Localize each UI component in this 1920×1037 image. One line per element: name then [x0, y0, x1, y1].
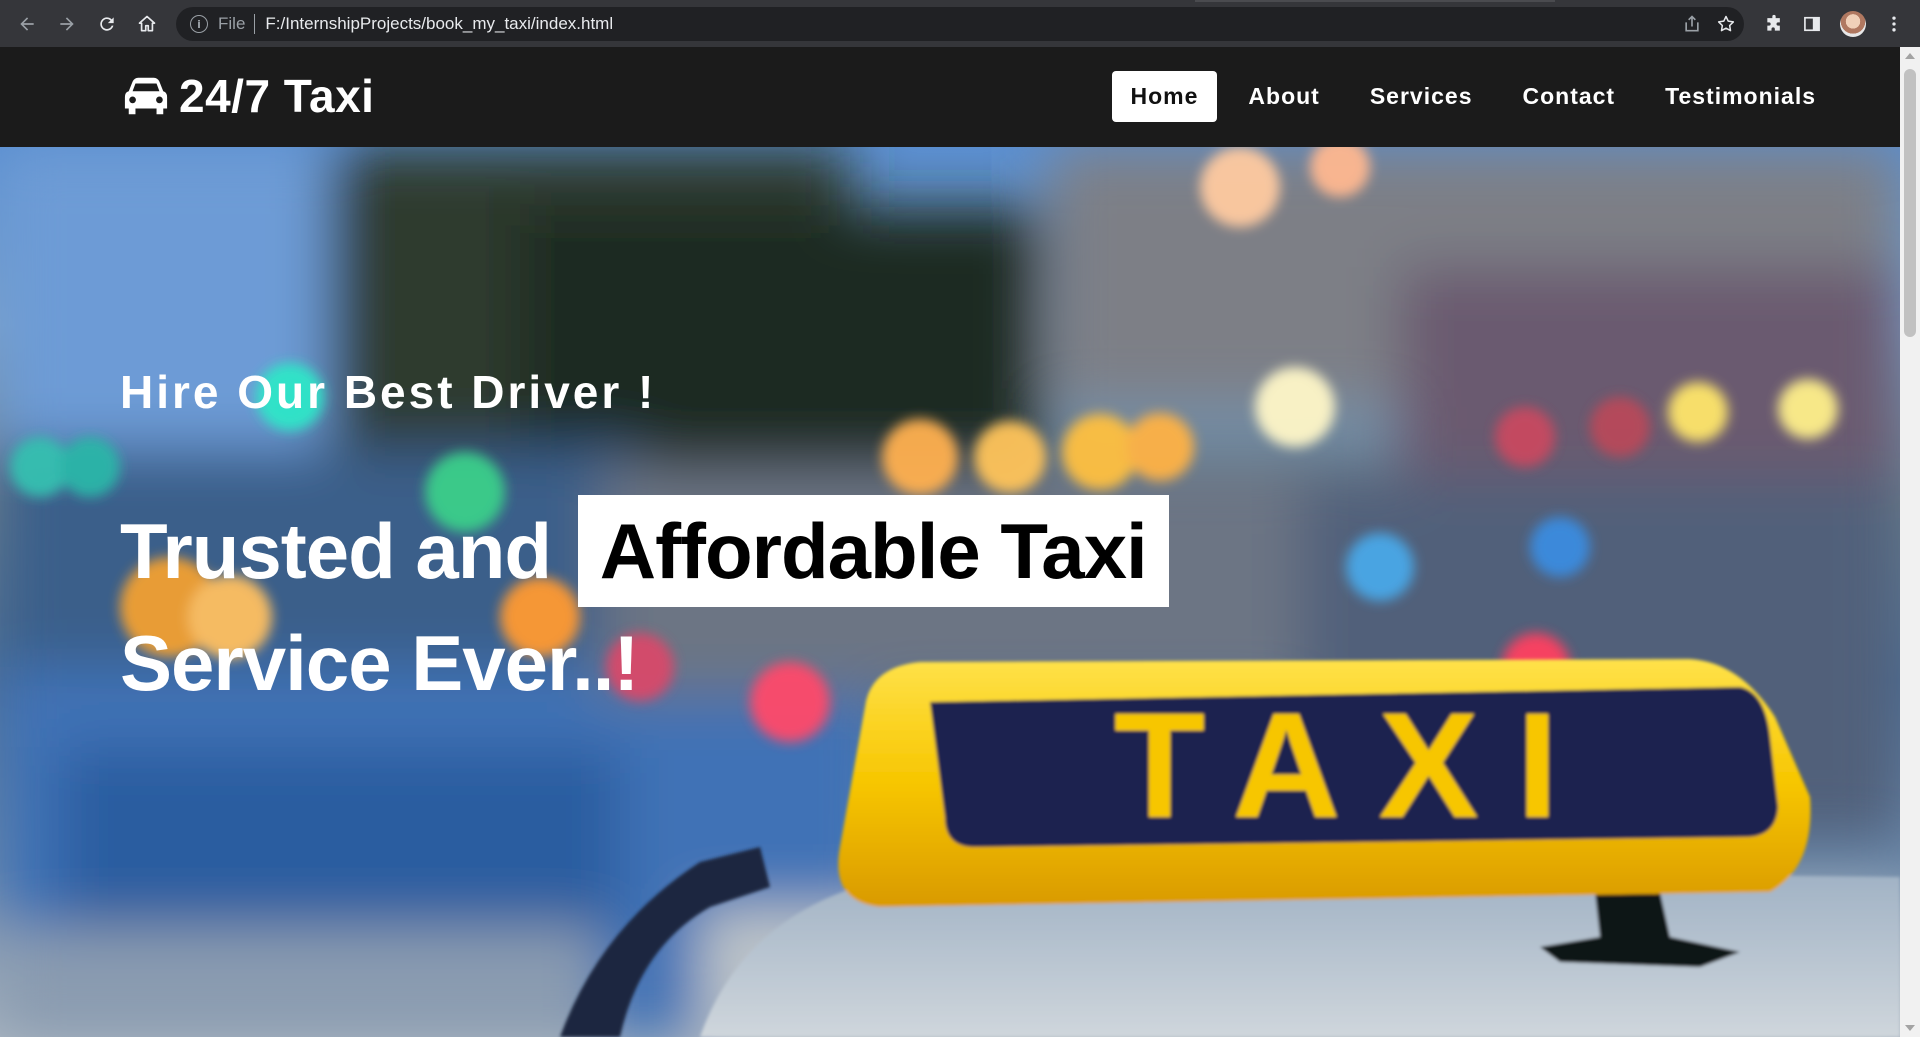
- browser-nav-buttons: [7, 4, 167, 44]
- home-button[interactable]: [127, 4, 167, 44]
- forward-button[interactable]: [47, 4, 87, 44]
- car-icon: [124, 77, 168, 115]
- browser-toolbar: i File F:/InternshipProjects/book_my_tax…: [0, 0, 1920, 47]
- hero-title-highlight: Affordable Taxi: [577, 495, 1169, 607]
- nav-testimonials[interactable]: Testimonials: [1646, 71, 1835, 122]
- address-bar-actions: [1682, 7, 1736, 41]
- site-header: 24/7 Taxi Home About Services Contact Te…: [0, 47, 1900, 147]
- profile-avatar[interactable]: [1840, 10, 1866, 37]
- arrow-right-icon: [60, 16, 74, 31]
- nav-home[interactable]: Home: [1111, 71, 1218, 122]
- logo-text: 24/7 Taxi: [179, 70, 375, 122]
- info-icon[interactable]: i: [190, 15, 208, 33]
- tab-strip-edge: [1195, 0, 1555, 2]
- address-separator: [254, 14, 256, 34]
- nav-about[interactable]: About: [1229, 71, 1338, 122]
- browser-extensions-area: [1764, 0, 1920, 47]
- hero-title: Trusted and Affordable Taxi Service Ever…: [120, 495, 1320, 719]
- arrow-left-icon: [20, 16, 34, 31]
- site-logo[interactable]: 24/7 Taxi: [123, 69, 374, 123]
- share-icon[interactable]: [1682, 14, 1702, 34]
- kebab-menu-icon[interactable]: [1884, 14, 1904, 34]
- scheme-label: File: [218, 14, 246, 33]
- reload-button[interactable]: [87, 4, 127, 44]
- puzzle-icon[interactable]: [1764, 14, 1784, 34]
- address-bar[interactable]: i File F:/InternshipProjects/book_my_tax…: [176, 7, 1744, 41]
- hero-title-part2: Service Ever..!: [120, 619, 639, 707]
- hero-subtitle: Hire Our Best Driver !: [120, 366, 657, 418]
- nav-contact[interactable]: Contact: [1503, 71, 1634, 122]
- page-scrollbar[interactable]: [1900, 47, 1920, 1037]
- url-text[interactable]: F:/InternshipProjects/book_my_taxi/index…: [265, 14, 613, 34]
- star-icon[interactable]: [1716, 14, 1736, 34]
- scrollbar-thumb[interactable]: [1904, 69, 1916, 337]
- home-icon: [138, 15, 156, 31]
- hero-title-part1: Trusted and: [120, 507, 552, 595]
- side-panel-icon[interactable]: [1802, 14, 1822, 34]
- scroll-up-arrow-icon[interactable]: [1905, 53, 1915, 59]
- reload-icon: [100, 16, 114, 31]
- nav-services[interactable]: Services: [1351, 71, 1492, 122]
- back-button[interactable]: [7, 4, 47, 44]
- web-page: 24/7 Taxi Home About Services Contact Te…: [0, 47, 1900, 1037]
- hero-section: TAXI Hire Our Best Driver ! Trusted and …: [0, 147, 1900, 1037]
- main-nav: Home About Services Contact Testimonials: [1100, 71, 1835, 122]
- scroll-down-arrow-icon[interactable]: [1905, 1025, 1915, 1031]
